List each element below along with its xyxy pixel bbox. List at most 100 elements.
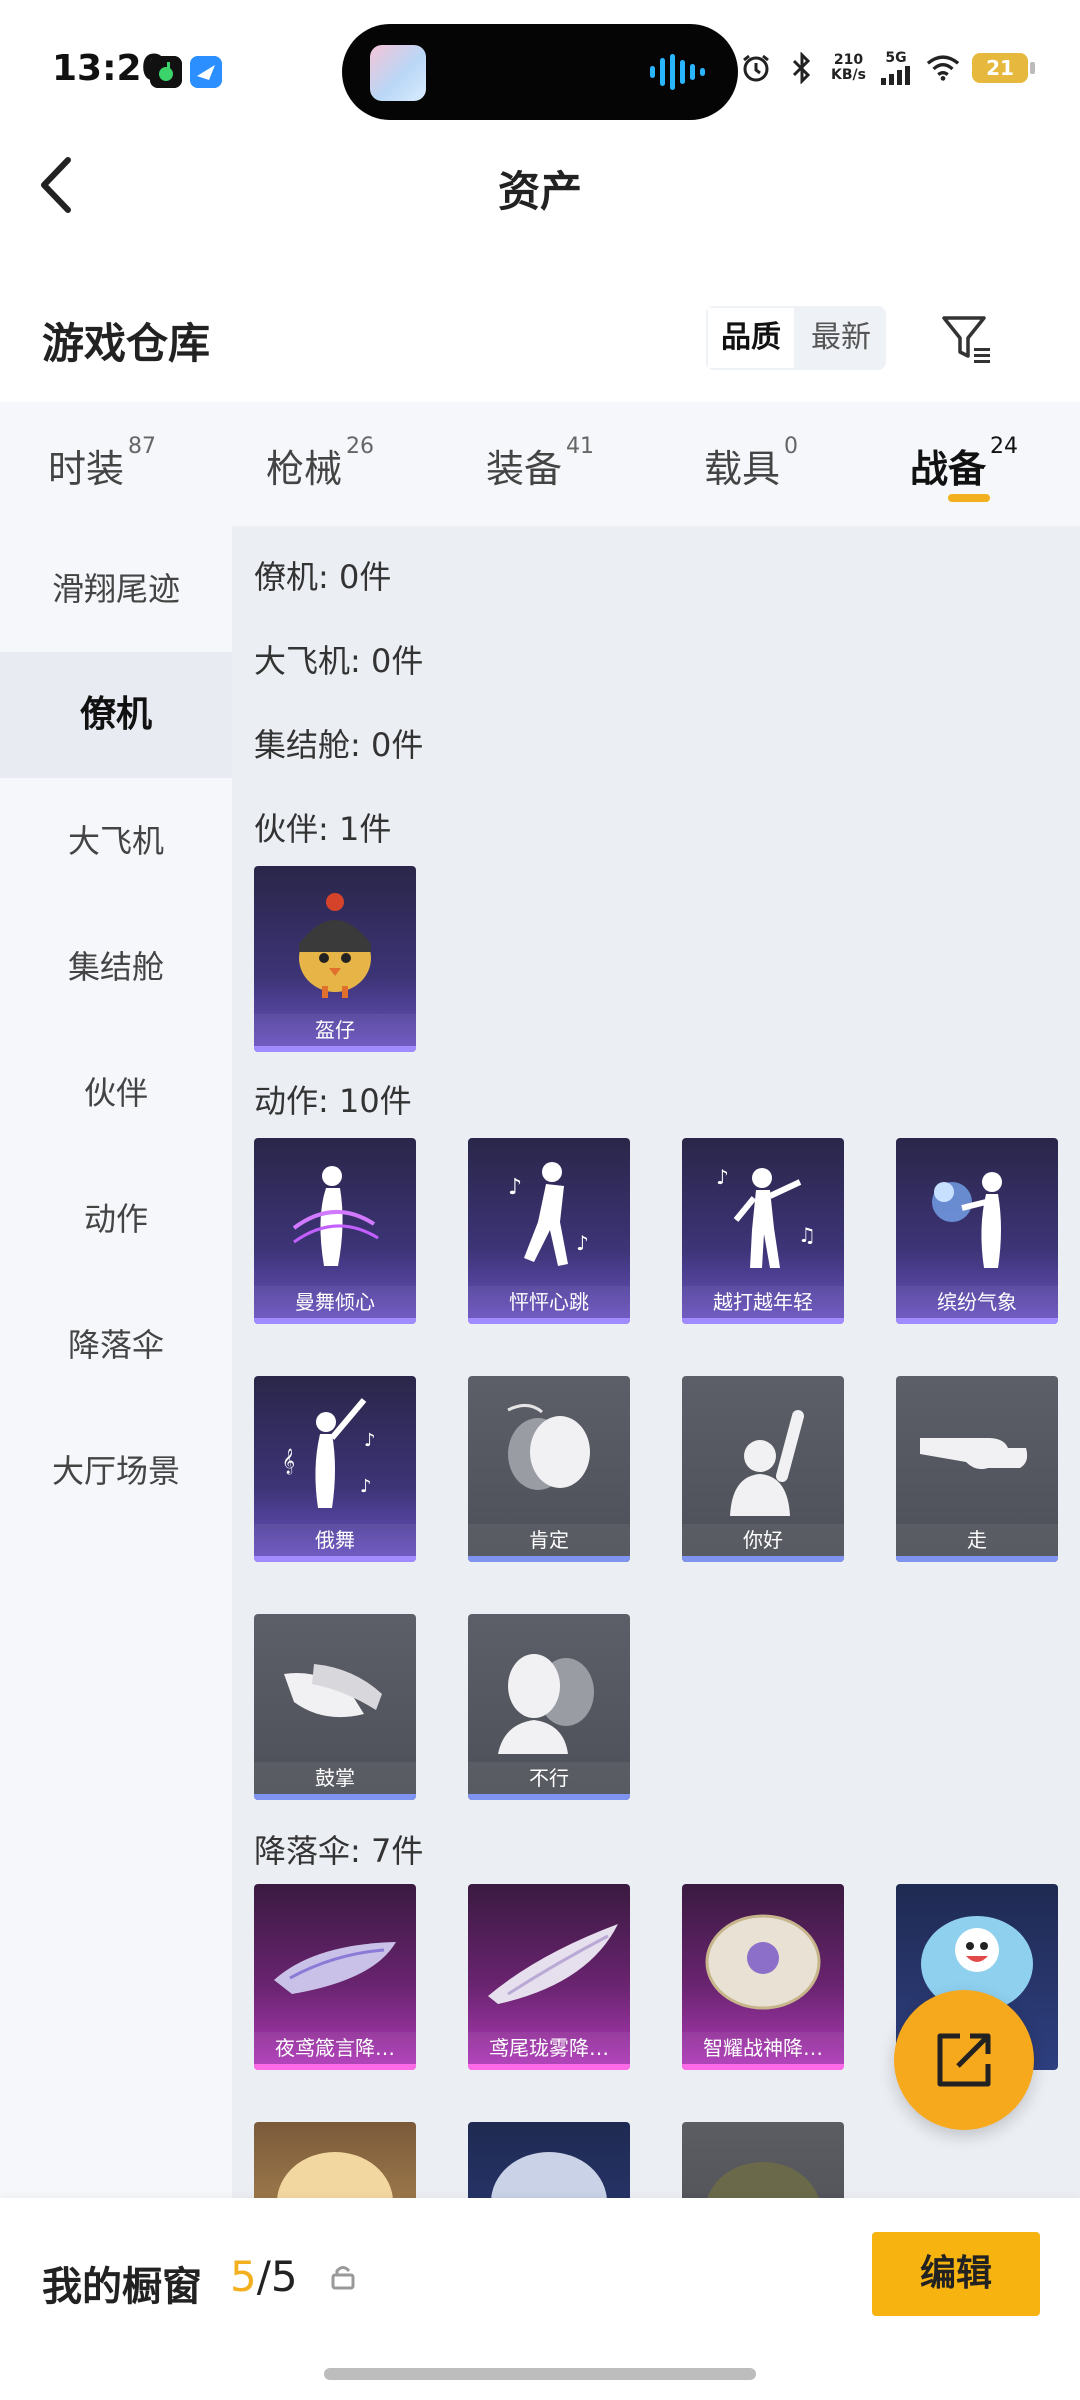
item-card[interactable]: 你好 (682, 1376, 844, 1562)
dance-figure-icon: ♪♪ (508, 1162, 589, 1266)
sidebar-item-wingman[interactable]: 僚机 (0, 652, 232, 778)
item-name: 不行 (468, 1762, 630, 1794)
tab-label: 装备 (486, 447, 563, 491)
tab-count: 0 (784, 434, 799, 459)
rarity-bar (682, 1318, 844, 1324)
sidebar-item-partner[interactable]: 伙伴 (0, 1030, 232, 1156)
svg-text:♪: ♪ (364, 1430, 376, 1451)
svg-text:♪: ♪ (508, 1175, 522, 1200)
svg-text:♫: ♫ (798, 1223, 816, 1247)
tab-count: 24 (990, 434, 1019, 459)
rarity-bar (468, 2064, 630, 2070)
rarity-bar (468, 1556, 630, 1562)
status-bar: 13:20 210 KB/s 5G 21 (0, 0, 1080, 130)
item-name: 盔仔 (254, 1014, 416, 1046)
rarity-bar (896, 1556, 1058, 1562)
helmet-chick-icon (299, 893, 371, 998)
item-card[interactable]: 夜鸢箴言降… (254, 1884, 416, 2070)
tab-guns[interactable]: 枪械26 (266, 434, 374, 493)
net-speed-unit: KB/s (831, 67, 866, 83)
item-card[interactable]: 盔仔 (254, 866, 416, 1052)
sort-quality-button[interactable]: 品质 (706, 306, 796, 370)
tab-count: 87 (128, 434, 157, 459)
parachute-icon (488, 1924, 618, 2004)
item-card[interactable] (254, 2122, 416, 2198)
dance-figure-icon (932, 1172, 1002, 1268)
rarity-bar (254, 2064, 416, 2070)
item-card[interactable]: 𝄞 ♪ ♪ 俄舞 (254, 1376, 416, 1562)
tab-equipment[interactable]: 装备41 (486, 434, 594, 493)
bluetooth-icon (785, 51, 819, 85)
items-panel: 僚机: 0件 大飞机: 0件 集结舱: 0件 伙伴: 1件 盔仔 动作: 10件 (232, 526, 1080, 2198)
rarity-bar (254, 1046, 416, 1052)
battery-indicator: 21 (972, 53, 1035, 83)
item-card[interactable] (468, 2122, 630, 2198)
share-fab-button[interactable] (894, 1990, 1034, 2130)
sidebar: 滑翔尾迹 僚机 大飞机 集结舱 伙伴 动作 降落伞 大厅场景 (0, 526, 232, 2198)
audio-wave-icon (650, 54, 705, 90)
tab-label: 载具 (704, 447, 781, 491)
item-card[interactable]: ♪ ♪ 怦怦心跳 (468, 1138, 630, 1324)
item-card[interactable]: 肯定 (468, 1376, 630, 1562)
app-page: 13:20 210 KB/s 5G 21 资产 游戏仓库 品质 最新 时装87 … (0, 0, 1080, 2400)
rarity-bar (468, 1794, 630, 1800)
showcase-separator: / (256, 2252, 271, 2301)
sidebar-item-parachute[interactable]: 降落伞 (0, 1282, 232, 1408)
item-card[interactable] (682, 2122, 844, 2198)
wifi-icon (926, 51, 960, 85)
edit-button[interactable]: 编辑 (872, 2232, 1040, 2316)
net-speed-value: 210 (833, 52, 864, 68)
item-card[interactable]: ♪ ♫ 越打越年轻 (682, 1138, 844, 1324)
rarity-bar (254, 1556, 416, 1562)
rarity-bar (254, 1794, 416, 1800)
item-card[interactable]: 不行 (468, 1614, 630, 1800)
item-name: 肯定 (468, 1524, 630, 1556)
category-tabs: 时装87 枪械26 装备41 载具0 战备24 (0, 402, 1080, 526)
item-name: 走 (896, 1524, 1058, 1556)
sort-newest-button[interactable]: 最新 (796, 306, 886, 370)
waving-hand-icon (730, 1410, 804, 1516)
tab-count: 26 (346, 434, 375, 459)
parachute-icon (274, 1942, 396, 1994)
parachute-icon (705, 1914, 821, 2010)
item-name: 曼舞倾心 (254, 1286, 416, 1318)
sidebar-item-glide-trail[interactable]: 滑翔尾迹 (0, 526, 232, 652)
head-shake-icon (498, 1654, 594, 1754)
home-indicator[interactable] (324, 2368, 756, 2380)
tab-vehicles[interactable]: 载具0 (704, 434, 798, 493)
svg-text:♪: ♪ (576, 1231, 589, 1255)
showcase-total: 5 (270, 2252, 298, 2301)
external-link-icon (937, 2033, 991, 2087)
signal-icon: 5G (878, 51, 914, 85)
parachute-icon (277, 2152, 393, 2198)
active-tab-indicator (948, 494, 990, 502)
item-card[interactable]: 走 (896, 1376, 1058, 1562)
item-card[interactable]: 智耀战神降… (682, 1884, 844, 2070)
group-label-wingman: 僚机: 0件 (254, 558, 392, 596)
dynamic-island[interactable] (342, 24, 738, 120)
sidebar-item-plane[interactable]: 大飞机 (0, 778, 232, 904)
filter-button[interactable] (940, 312, 994, 366)
tab-fashion[interactable]: 时装87 (48, 434, 156, 493)
clapping-hands-icon (284, 1664, 382, 1718)
sidebar-item-pod[interactable]: 集结舱 (0, 904, 232, 1030)
showcase-label: 我的橱窗 (42, 2264, 202, 2310)
sidebar-item-lobby-scene[interactable]: 大厅场景 (0, 1408, 232, 1534)
dance-figure-icon (292, 1166, 379, 1266)
item-card[interactable]: 鼓掌 (254, 1614, 416, 1800)
sidebar-item-action[interactable]: 动作 (0, 1156, 232, 1282)
item-card[interactable]: 缤纷气象 (896, 1138, 1058, 1324)
parachute-icon (707, 2162, 819, 2198)
group-label-partner: 伙伴: 1件 (254, 810, 392, 848)
item-card[interactable]: 鸢尾珑雾降… (468, 1884, 630, 2070)
svg-text:𝄞: 𝄞 (282, 1448, 295, 1474)
group-label-pod: 集结舱: 0件 (254, 726, 424, 764)
parachute-icon (491, 2152, 607, 2198)
item-card[interactable]: 曼舞倾心 (254, 1138, 416, 1324)
tab-combat-gear[interactable]: 战备24 (910, 434, 1018, 493)
group-label-action: 动作: 10件 (254, 1082, 412, 1120)
battery-level: 21 (986, 56, 1014, 80)
dance-figure-icon: 𝄞 ♪ ♪ (282, 1398, 376, 1508)
svg-text:♪: ♪ (360, 1476, 372, 1497)
item-name: 鼓掌 (254, 1762, 416, 1794)
